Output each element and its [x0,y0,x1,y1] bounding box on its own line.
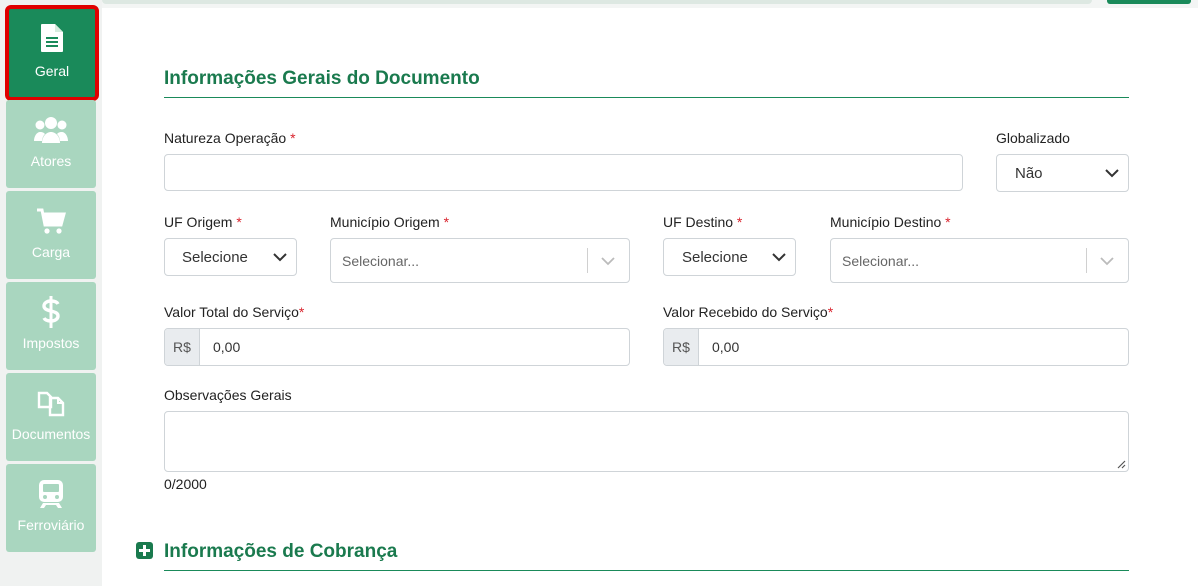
chevron-down-icon[interactable] [1100,256,1114,266]
globalizado-label: Globalizado [996,130,1070,146]
section-title-cobranca[interactable]: Informações de Cobrança [164,541,397,563]
municipio-origem-label-text: Município Origem [330,214,440,230]
select-separator [587,248,588,273]
municipio-destino-label-text: Município Destino [830,214,942,230]
cart-icon [6,205,96,237]
chevron-down-icon[interactable] [601,256,615,266]
section-divider [164,97,1129,98]
valor-recebido-label-text: Valor Recebido do Serviço [663,304,828,320]
municipio-destino-select[interactable]: Selecionar... [830,238,1129,283]
valor-total-input[interactable]: R$ 0,00 [164,328,630,366]
sidebar-item-label: Documentos [11,426,91,442]
municipio-origem-select[interactable]: Selecionar... [330,238,630,283]
valor-recebido-value: 0,00 [712,339,740,355]
uf-origem-select[interactable]: Selecione [164,238,297,276]
sidebar-item-label: Atores [30,153,72,169]
sidebar-item-atores[interactable]: Atores [6,100,96,188]
uf-origem-label-text: UF Origem [164,214,233,230]
train-icon [6,478,96,510]
required-marker: * [290,130,296,146]
dollar-icon [6,296,96,328]
valor-recebido-input[interactable]: R$ 0,00 [663,328,1129,366]
main-panel: Informações Gerais do Documento Natureza… [102,8,1198,586]
select-separator [1086,248,1087,273]
required-marker: * [298,304,305,320]
required-marker: * [827,304,834,320]
section-title-general: Informações Gerais do Documento [164,68,480,89]
document-icon [8,22,96,54]
natureza-label: Natureza Operação * [164,130,296,146]
valor-total-label: Valor Total do Serviço* [164,304,304,320]
sidebar-item-label: Impostos [22,335,80,351]
natureza-input[interactable] [164,154,963,191]
chevron-down-icon [772,253,786,262]
municipio-destino-label: Município Destino * [830,214,951,230]
uf-destino-label-text: UF Destino [663,214,734,230]
sidebar-item-ferroviario[interactable]: Ferroviário [6,464,96,552]
sidebar-item-label: Carga [31,244,71,260]
resize-handle-icon[interactable] [1116,459,1126,469]
valor-total-value: 0,00 [213,339,241,355]
currency-prefix: R$ [165,329,200,365]
sidebar: Geral Atores Carga Impostos Documentos F… [0,0,102,586]
required-marker: * [443,214,450,230]
chevron-down-icon [1105,169,1119,178]
municipio-origem-label: Município Origem * [330,214,449,230]
section-divider [164,570,1129,571]
globalizado-select[interactable]: Não [996,154,1129,192]
sidebar-item-carga[interactable]: Carga [6,191,96,279]
sidebar-item-documentos[interactable]: Documentos [6,373,96,461]
globalizado-value: Não [1015,165,1043,182]
uf-destino-label: UF Destino * [663,214,742,230]
sidebar-item-geral[interactable]: Geral [5,5,99,101]
chevron-down-icon [273,253,287,262]
char-counter: 0/2000 [164,476,207,492]
observacoes-textarea[interactable] [164,411,1129,472]
users-icon [6,114,96,146]
valor-recebido-label: Valor Recebido do Serviço* [663,304,833,320]
expand-plus-icon[interactable] [136,542,153,559]
sidebar-item-label: Ferroviário [17,517,85,533]
documents-icon [6,387,96,419]
currency-prefix: R$ [664,329,699,365]
required-marker: * [236,214,242,230]
uf-origem-value: Selecione [182,249,248,266]
required-marker: * [736,214,743,230]
natureza-label-text: Natureza Operação [164,130,287,146]
uf-origem-label: UF Origem * [164,214,242,230]
sidebar-item-impostos[interactable]: Impostos [6,282,96,370]
sidebar-item-label: Geral [34,63,70,79]
top-action-button-remnant[interactable] [1107,0,1191,4]
municipio-destino-placeholder: Selecionar... [842,253,920,269]
uf-destino-value: Selecione [682,249,748,266]
required-marker: * [945,214,951,230]
valor-total-label-text: Valor Total do Serviço [164,304,299,320]
uf-destino-select[interactable]: Selecione [663,238,796,276]
top-toolbar-remnant [102,0,1092,4]
municipio-origem-placeholder: Selecionar... [342,253,420,269]
observacoes-label: Observações Gerais [164,387,292,403]
